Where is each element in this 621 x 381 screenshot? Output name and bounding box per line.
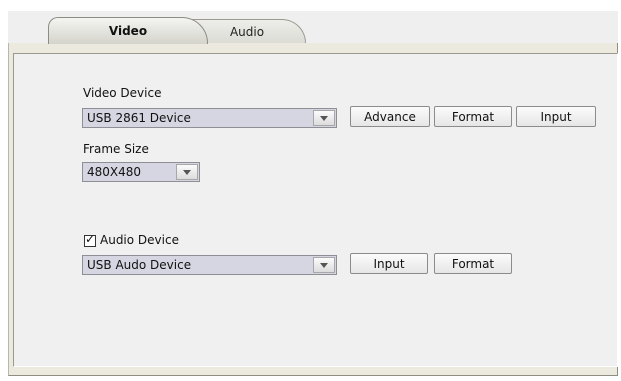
frame-size-select[interactable]: 480X480 xyxy=(82,162,200,182)
video-device-value: USB 2861 Device xyxy=(87,111,191,125)
frame-size-value: 480X480 xyxy=(87,165,142,179)
chevron-down-icon[interactable] xyxy=(313,110,335,126)
video-device-select[interactable]: USB 2861 Device xyxy=(82,108,337,128)
frame-size-label: Frame Size xyxy=(83,142,149,156)
audio-device-label: Audio Device xyxy=(100,233,179,247)
video-device-label: Video Device xyxy=(83,86,162,100)
audio-device-value: USB Audo Device xyxy=(87,258,192,272)
audio-device-checkbox[interactable] xyxy=(84,232,96,247)
audio-device-select[interactable]: USB Audo Device xyxy=(82,255,337,275)
tab-audio-label: Audio xyxy=(229,24,265,39)
tab-video-label: Video xyxy=(108,24,148,38)
video-format-button[interactable]: Format xyxy=(434,106,512,127)
audio-format-button[interactable]: Format xyxy=(434,253,512,274)
advance-button[interactable]: Advance xyxy=(350,106,430,127)
settings-panel xyxy=(13,53,618,367)
chevron-down-icon[interactable] xyxy=(176,164,198,180)
chevron-down-icon[interactable] xyxy=(313,257,335,273)
title-strip xyxy=(0,0,621,8)
video-input-button[interactable]: Input xyxy=(516,106,596,127)
audio-input-button[interactable]: Input xyxy=(350,253,428,274)
tab-video[interactable]: Video xyxy=(48,17,208,44)
